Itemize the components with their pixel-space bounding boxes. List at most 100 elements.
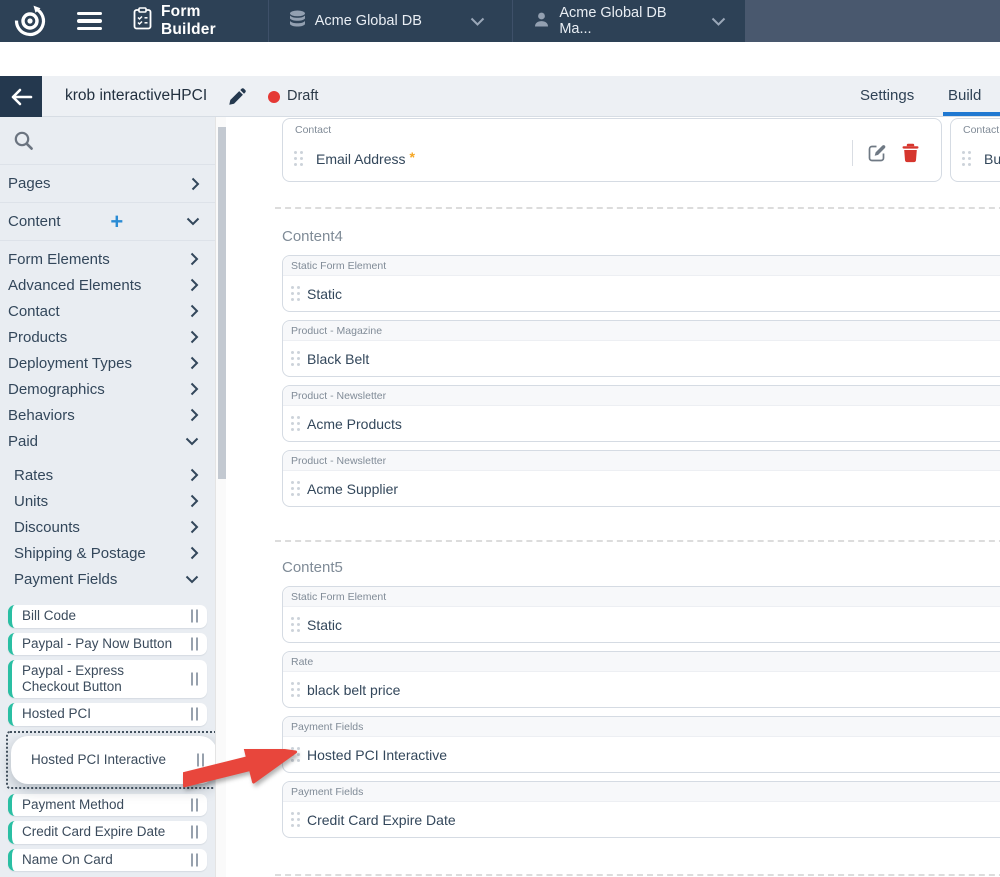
row-type-label: Payment Fields: [283, 717, 1000, 737]
sidebar-item-label: Content: [8, 213, 61, 230]
group-label: Deployment Types: [8, 355, 132, 372]
chip-label: Credit Card Expire Date: [22, 824, 165, 839]
row-type-label: Rate: [283, 652, 1000, 672]
chevron-right-icon: [190, 330, 199, 344]
chip-hosted-pci[interactable]: Hosted PCI: [8, 703, 207, 726]
sidebar-group-behaviors[interactable]: Behaviors: [0, 402, 215, 428]
form-row-static-2[interactable]: Static Form Element Static: [282, 586, 1000, 643]
topbar-main: Form Builder Acme Global DB: [0, 0, 745, 42]
sidebar-item-label: Pages: [8, 175, 51, 192]
annotation-arrow: [183, 749, 313, 815]
drag-handle-icon[interactable]: [191, 853, 198, 866]
drag-handle-dots-icon[interactable]: [962, 151, 971, 166]
sidebar-subgroup-rates[interactable]: Rates: [0, 462, 215, 488]
form-row-black-belt-price[interactable]: Rate black belt price: [282, 651, 1000, 708]
drag-handle-dots-icon[interactable]: [291, 351, 300, 366]
row-type-label: Product - Newsletter: [283, 386, 1000, 406]
drag-handle-dots-icon[interactable]: [294, 151, 303, 166]
tab-build[interactable]: Build: [948, 87, 981, 104]
chip-name-on-card[interactable]: Name On Card: [8, 849, 207, 872]
subgroup-label: Discounts: [14, 519, 80, 536]
account-selector[interactable]: Acme Global DB Ma...: [513, 0, 745, 42]
omeda-logo-icon[interactable]: [13, 4, 47, 38]
form-canvas: Contact Email Address* Cont: [226, 117, 1000, 877]
sidebar-subgroup-units[interactable]: Units: [0, 488, 215, 514]
sidebar-group-advanced-elements[interactable]: Advanced Elements: [0, 272, 215, 298]
sidebar-item-pages[interactable]: Pages: [0, 165, 215, 203]
person-icon: [533, 11, 550, 32]
drag-handle-icon[interactable]: [191, 708, 198, 721]
chevron-right-icon: [190, 382, 199, 396]
database-selector-label: Acme Global DB: [315, 13, 422, 29]
group-label: Products: [8, 329, 67, 346]
form-row-black-belt[interactable]: Product - Magazine Black Belt: [282, 320, 1000, 377]
chip-paypal-express-checkout-button[interactable]: Paypal - Express Checkout Button: [8, 660, 207, 698]
edit-title-pencil-icon[interactable]: [228, 88, 246, 106]
drag-handle-dots-icon[interactable]: [291, 682, 300, 697]
chevron-right-icon: [190, 278, 199, 292]
subgroup-label: Payment Fields: [14, 571, 117, 588]
sidebar-group-contact[interactable]: Contact: [0, 298, 215, 324]
form-header: krob interactiveHPCI Draft Settings Buil…: [0, 76, 1000, 117]
row-field-label: Static: [307, 286, 342, 302]
section-divider: [275, 540, 1000, 542]
chevron-right-icon: [190, 520, 199, 534]
sidebar-item-content[interactable]: Content +: [0, 203, 215, 241]
sidebar-subgroup-payment-fields[interactable]: Payment Fields: [0, 566, 215, 592]
chip-label: Payment Method: [22, 797, 124, 812]
account-selector-label: Acme Global DB Ma...: [559, 5, 702, 37]
drag-handle-dots-icon[interactable]: [291, 481, 300, 496]
row-type-label: Contact: [951, 119, 1000, 141]
form-row-static-1[interactable]: Static Form Element Static: [282, 255, 1000, 312]
drag-handle-dots-icon[interactable]: [291, 617, 300, 632]
chip-bill-code[interactable]: Bill Code: [8, 605, 207, 628]
form-row-hosted-pci-interactive[interactable]: Payment Fields Hosted PCI Interactive: [282, 716, 1000, 773]
sidebar-group-deployment-types[interactable]: Deployment Types: [0, 350, 215, 376]
chevron-down-icon: [185, 437, 199, 446]
edit-field-icon[interactable]: [867, 143, 888, 164]
section-title: Content5: [282, 559, 343, 576]
sidebar-group-paid[interactable]: Paid: [0, 428, 215, 454]
add-content-icon[interactable]: +: [110, 213, 123, 231]
database-selector[interactable]: Acme Global DB: [269, 0, 502, 42]
tab-settings[interactable]: Settings: [860, 87, 914, 104]
drag-handle-dots-icon[interactable]: [291, 416, 300, 431]
chip-credit-card-expire-date[interactable]: Credit Card Expire Date: [8, 821, 207, 844]
form-row-partial[interactable]: Contact Bus: [950, 118, 1000, 182]
clipboard-icon: [133, 7, 152, 35]
back-button[interactable]: [0, 76, 42, 117]
form-row-credit-card-expire-date[interactable]: Payment Fields Credit Card Expire Date: [282, 781, 1000, 838]
sidebar-subgroup-shipping-postage[interactable]: Shipping & Postage: [0, 540, 215, 566]
sidebar-subgroup-discounts[interactable]: Discounts: [0, 514, 215, 540]
sidebar-group-form-elements[interactable]: Form Elements: [0, 246, 215, 272]
drag-handle-icon[interactable]: [191, 610, 198, 623]
sidebar-search[interactable]: [0, 117, 215, 165]
chevron-down-icon: [711, 17, 726, 26]
drag-handle-dots-icon[interactable]: [291, 286, 300, 301]
search-icon: [13, 130, 34, 151]
chevron-down-icon: [470, 17, 485, 26]
sidebar-group-demographics[interactable]: Demographics: [0, 376, 215, 402]
drag-handle-icon[interactable]: [191, 826, 198, 839]
delete-field-trash-icon[interactable]: [902, 143, 919, 163]
paid-subgroups: Rates Units Discounts Shipping & Postage…: [0, 454, 215, 592]
sidebar-group-products[interactable]: Products: [0, 324, 215, 350]
row-field-label: Email Address*: [316, 151, 415, 167]
hamburger-menu-icon[interactable]: [75, 8, 104, 35]
group-label: Contact: [8, 303, 60, 320]
scrollbar-thumb[interactable]: [218, 127, 226, 479]
drag-handle-icon[interactable]: [191, 637, 198, 650]
chip-paypal-pay-now-button[interactable]: Paypal - Pay Now Button: [8, 633, 207, 656]
form-row-email-address[interactable]: Contact Email Address*: [282, 118, 942, 182]
chevron-right-icon: [190, 408, 199, 422]
form-row-acme-products[interactable]: Product - Newsletter Acme Products: [282, 385, 1000, 442]
form-row-acme-supplier[interactable]: Product - Newsletter Acme Supplier: [282, 450, 1000, 507]
payment-field-chip-list: Bill Code Paypal - Pay Now Button Paypal…: [0, 592, 215, 871]
chip-payment-method[interactable]: Payment Method: [8, 794, 207, 817]
drag-handle-icon[interactable]: [191, 673, 198, 686]
database-icon: [289, 10, 306, 33]
row-field-label: Credit Card Expire Date: [307, 812, 456, 828]
group-label: Form Elements: [8, 251, 110, 268]
chip-label: Hosted PCI: [22, 706, 91, 721]
topbar: Form Builder Acme Global DB: [0, 0, 1000, 42]
